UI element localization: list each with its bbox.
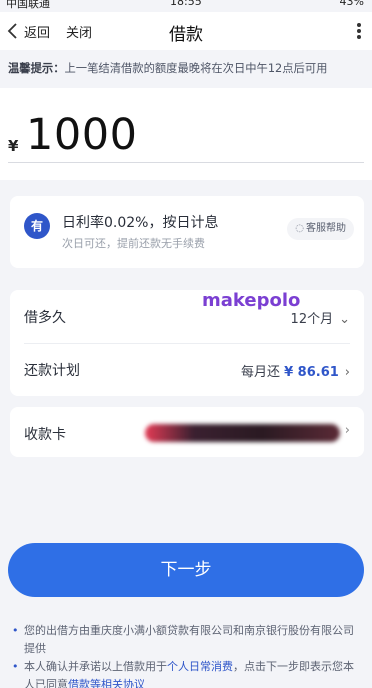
monthly-amount: ¥ 86.61 [284,365,339,380]
repayment-plan-label: 还款计划 [24,363,80,379]
back-button[interactable]: 返回 [6,20,50,42]
headset-icon: ◌ [295,223,304,234]
chevron-right-icon: › [344,365,350,380]
repayment-plan-row[interactable]: 还款计划 每月还 ¥ 86.61 › [10,343,364,396]
battery-label: 43% [339,0,364,8]
loan-term-row[interactable]: 借多久 12个月 ⌄ [10,290,364,343]
clock: 18:55 [170,0,202,8]
loan-term-label: 借多久 [24,310,66,326]
more-icon[interactable] [356,23,362,41]
page-title: 借款 [169,25,203,45]
rate-card: 有 日利率0.02%，按日计息 次日可还，提前还款无手续费 ◌ 客服帮助 [10,196,364,268]
repayment-plan-value: 每月还 ¥ 86.61 › [241,361,350,380]
tip-label: 温馨提示： [8,62,65,75]
help-label: 客服帮助 [306,223,346,234]
redacted-card-number [145,424,340,442]
interest-rate-text: 日利率0.02%，按日计息 [62,215,219,231]
amount-panel: ¥ 1000 [0,88,372,180]
status-bar: 中国联通 18:55 43% [0,0,372,10]
monthly-prefix: 每月还 [240,365,280,380]
close-button[interactable]: 关闭 [66,22,92,41]
loan-term-value: 12个月 [290,312,334,327]
nav-bar: 返回 关闭 借款 [0,12,372,50]
agreement-link[interactable]: 借款等相关协议 [68,678,145,688]
lender-note: 您的出借方由重庆度小满小额贷款有限公司和南京银行股份有限公司提供 [10,622,362,658]
repayment-note: 次日可还，提前还款无手续费 [62,237,205,250]
receiving-card-row[interactable]: 收款卡 › [10,407,364,457]
disclaimer-notes: 您的出借方由重庆度小满小额贷款有限公司和南京银行股份有限公司提供 本人确认并承诺… [10,622,362,688]
loan-options-card: 借多久 12个月 ⌄ 还款计划 每月还 ¥ 86.61 › [10,290,364,396]
purpose-link[interactable]: 个人日常消费 [167,660,233,673]
customer-help-button[interactable]: ◌ 客服帮助 [287,218,354,240]
amount-input[interactable]: 1000 [26,110,137,160]
carrier-label: 中国联通 [6,0,50,10]
chevron-down-icon: ⌄ [339,312,350,327]
loan-term-value-wrap: 12个月 ⌄ [291,308,350,327]
receiving-card-label: 收款卡 [24,427,66,443]
next-step-button[interactable]: 下一步 [8,543,364,597]
chevron-right-icon: › [344,423,350,438]
lender-logo-icon: 有 [24,213,50,239]
amount-underline [8,162,364,163]
tip-text: 上一笔结清借款的额度最晚将在次日中午12点后可用 [64,62,328,75]
chevron-left-icon [7,23,17,39]
consent-note: 本人确认并承诺以上借款用于个人日常消费，点击下一步即表示您本人已同意借款等相关协… [10,658,362,688]
currency-symbol: ¥ [8,137,19,155]
consent-prefix: 本人确认并承诺以上借款用于 [24,660,167,673]
back-label: 返回 [24,25,51,41]
tip-banner: 温馨提示：上一笔结清借款的额度最晚将在次日中午12点后可用 [0,54,372,84]
